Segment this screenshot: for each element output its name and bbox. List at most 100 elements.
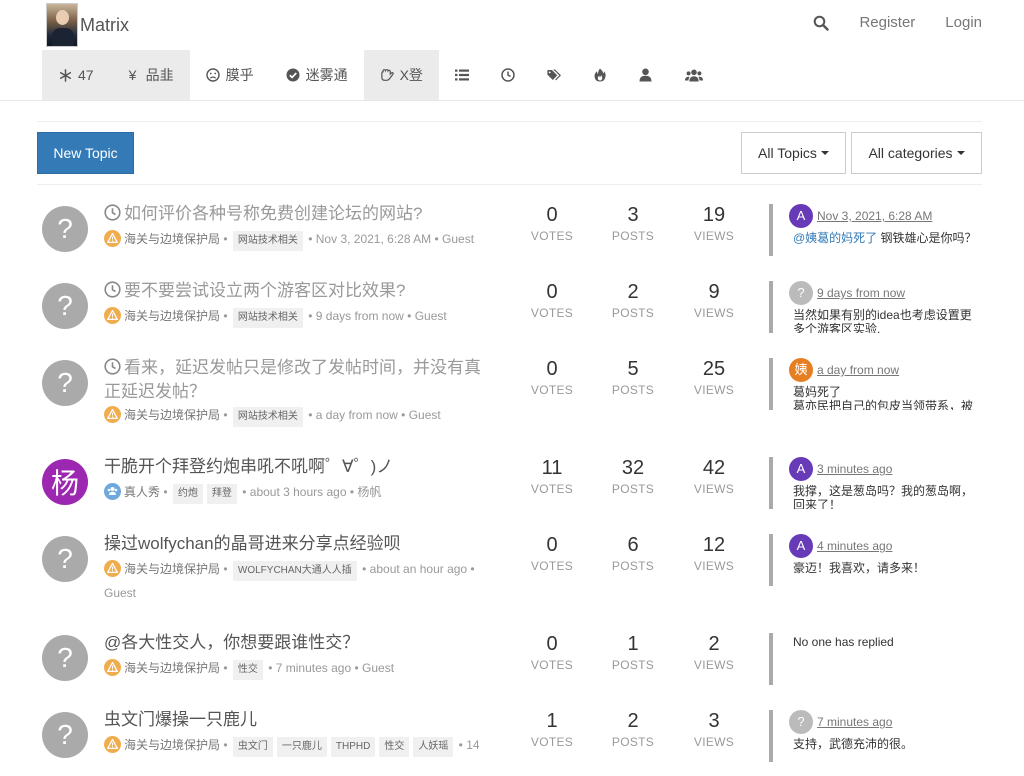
topic-title[interactable]: 操过wolfychan的晶哥进来分享点经验呗 [104, 533, 494, 555]
teaser[interactable]: ? 9 days from now 当然如果有别的idea也考虑设置更多个游客区实验… [769, 281, 982, 333]
teaser[interactable]: A Nov 3, 2021, 6:28 AM @姨葛的妈死了 钢铁雄心是你吗？ [769, 204, 982, 256]
tag[interactable]: 性交 [379, 737, 410, 757]
topic-title-text[interactable]: 要不要尝试设立两个游客区对比效果? [124, 281, 405, 300]
category-link[interactable]: 海关与边境保护局 [124, 232, 220, 246]
tag[interactable]: 约炮 [172, 484, 203, 504]
topic-title[interactable]: 如何评价各种号称免费创建论坛的网站? [104, 203, 494, 227]
avatar[interactable]: ? [42, 360, 88, 406]
teaser-header: 姨 a day from now [789, 358, 982, 382]
teaser-time[interactable]: 3 minutes ago [817, 462, 892, 476]
avatar[interactable]: 杨 [42, 459, 88, 505]
brand-name: Matrix [80, 14, 129, 35]
topic-title[interactable]: 看来，延迟发帖只是修改了发帖时间，并没有真正延迟发帖？ [104, 357, 494, 403]
views-count: 9 [708, 281, 720, 303]
category-link[interactable]: 真人秀 [124, 485, 160, 499]
teaser-time[interactable]: 4 minutes ago [817, 539, 892, 553]
views-label: VIEWS [693, 306, 735, 320]
tag[interactable]: WOLFYCHAN大通人人插 [232, 561, 357, 581]
category-link[interactable]: 海关与边境保护局 [124, 309, 220, 323]
users-icon [684, 68, 703, 82]
tag[interactable]: THPHD [330, 737, 376, 757]
all-topics-dropdown[interactable]: All Topics [741, 132, 846, 174]
topic-title-text[interactable]: 干脆开个拜登约炮串吼不吼啊゜∀゜)ノ [104, 457, 393, 476]
nav-popular[interactable] [577, 50, 623, 100]
tag[interactable]: 网站技术相关 [232, 308, 303, 328]
teaser-avatar[interactable]: ? [789, 281, 813, 305]
topic-title[interactable]: 干脆开个拜登约炮串吼不吼啊゜∀゜)ノ [104, 456, 494, 478]
teaser-time[interactable]: 9 days from now [817, 286, 905, 300]
teaser[interactable]: 姨 a day from now 葛妈死了 葛亦民把自己的包皮当领带系，被 [769, 358, 982, 410]
topic-title-text[interactable]: 看来，延迟发帖只是修改了发帖时间，并没有真正延迟发帖？ [104, 358, 481, 401]
nav-item-47[interactable]: 47 [42, 50, 110, 100]
teaser[interactable]: No one has replied [769, 633, 982, 685]
register-link[interactable]: Register [859, 14, 915, 31]
avatar[interactable]: ? [42, 283, 88, 329]
nav-tags[interactable] [531, 50, 577, 100]
views-count: 19 [702, 204, 726, 226]
nav-categories[interactable] [439, 50, 485, 100]
nav-item-mohu[interactable]: 膜乎 [190, 50, 270, 100]
category-link[interactable]: 海关与边境保护局 [124, 408, 220, 422]
topic-author[interactable]: Guest [409, 408, 441, 422]
topic-title-text[interactable]: 虫文门爆操一只鹿儿 [104, 710, 257, 729]
nav-item-pinjiu[interactable]: ¥ 品韭 [110, 50, 190, 100]
topic-author[interactable]: Guest [415, 309, 447, 323]
brand[interactable]: Matrix [46, 3, 129, 47]
tag[interactable]: 性交 [232, 660, 263, 680]
mention-link[interactable]: @姨葛的妈死了 [793, 231, 877, 245]
avatar[interactable]: ? [42, 712, 88, 758]
avatar[interactable]: ? [42, 635, 88, 681]
views-count: 25 [702, 358, 726, 380]
stat-views: 3 VIEWS [684, 710, 744, 749]
category-link[interactable]: 海关与边境保护局 [124, 562, 220, 576]
main-nav: 47 ¥ 品韭 膜乎 迷雾通 X登 [42, 50, 719, 100]
tag[interactable]: 网站技术相关 [232, 231, 303, 251]
teaser-time[interactable]: 7 minutes ago [817, 715, 892, 729]
teaser-content: 当然如果有别的idea也考虑设置更多个游客区实验. [793, 308, 982, 333]
teaser[interactable]: ? 7 minutes ago 支持，武德充沛的很。 [769, 710, 982, 762]
teaser-avatar[interactable]: ? [789, 710, 813, 734]
teaser[interactable]: A 3 minutes ago 我撑，这是葱岛吗？我的葱岛啊，回来了！ [769, 457, 982, 509]
all-categories-dropdown[interactable]: All categories [851, 132, 982, 174]
teaser-avatar[interactable]: A [789, 204, 813, 228]
tag[interactable]: 网站技术相关 [232, 407, 303, 427]
teaser-time[interactable]: Nov 3, 2021, 6:28 AM [817, 209, 932, 223]
topic-author[interactable]: Guest [104, 586, 136, 600]
posts-label: POSTS [611, 383, 655, 397]
tag[interactable]: 一只鹿儿 [276, 737, 327, 757]
topic-author[interactable]: Guest [442, 232, 474, 246]
teaser-avatar[interactable]: 姨 [789, 358, 813, 382]
category-link[interactable]: 海关与边境保护局 [124, 738, 220, 752]
avatar[interactable]: ? [42, 536, 88, 582]
topic-author[interactable]: 杨帆 [357, 485, 381, 499]
nav-recent[interactable] [485, 50, 531, 100]
nav-item-miwutong[interactable]: 迷雾通 [270, 50, 364, 100]
stat-posts: 2 POSTS [603, 710, 663, 749]
brand-logo [46, 3, 78, 47]
tag[interactable]: 虫文门 [232, 737, 273, 757]
avatar[interactable]: ? [42, 206, 88, 252]
topic-title-text[interactable]: 操过wolfychan的晶哥进来分享点经验呗 [104, 534, 401, 553]
topic-title[interactable]: 虫文门爆操一只鹿儿 [104, 709, 494, 731]
tag[interactable]: 拜登 [206, 484, 237, 504]
nav-groups[interactable] [669, 50, 719, 100]
teaser-time[interactable]: a day from now [817, 363, 899, 377]
topic-author[interactable]: Guest [362, 661, 394, 675]
tag[interactable]: 人妖瑶 [413, 737, 454, 757]
topic-title[interactable]: 要不要尝试设立两个游客区对比效果? [104, 280, 494, 304]
votes-count: 11 [541, 457, 563, 479]
teaser-avatar[interactable]: A [789, 457, 813, 481]
views-count: 2 [708, 633, 720, 655]
search-icon[interactable] [813, 15, 830, 31]
teaser[interactable]: A 4 minutes ago 豪迈！我喜欢，请多来！ [769, 534, 982, 586]
topic-title[interactable]: @各大性交人，你想要跟谁性交？ [104, 632, 494, 654]
nav-users[interactable] [623, 50, 669, 100]
new-topic-button[interactable]: New Topic [37, 132, 134, 174]
topic-title-text[interactable]: 如何评价各种号称免费创建论坛的网站? [124, 204, 422, 223]
login-link[interactable]: Login [945, 14, 982, 31]
teaser-avatar[interactable]: A [789, 534, 813, 558]
topic-title-text[interactable]: @各大性交人，你想要跟谁性交？ [104, 633, 359, 652]
nav-item-xdeng[interactable]: X登 [363, 50, 439, 100]
user-icon [639, 68, 653, 82]
category-link[interactable]: 海关与边境保护局 [124, 661, 220, 675]
